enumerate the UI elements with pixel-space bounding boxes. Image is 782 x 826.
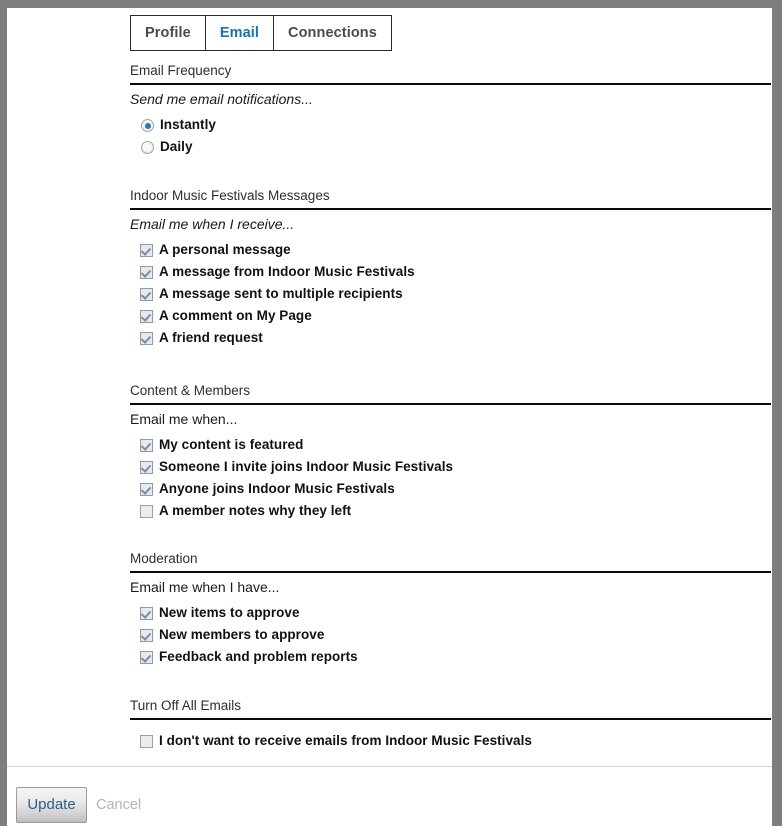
- checkbox-option-row[interactable]: New members to approve: [130, 627, 771, 649]
- cancel-button[interactable]: Cancel: [96, 787, 141, 823]
- checkbox-checked[interactable]: [140, 310, 153, 323]
- section-title: Moderation: [130, 551, 771, 573]
- checkbox-checked[interactable]: [140, 651, 153, 664]
- checkbox-checked[interactable]: [140, 629, 153, 642]
- checkbox-checked[interactable]: [140, 332, 153, 345]
- checkbox-checked[interactable]: [140, 266, 153, 279]
- tab-profile[interactable]: Profile: [131, 16, 206, 50]
- checkbox-checked[interactable]: [140, 439, 153, 452]
- tab-email[interactable]: Email: [205, 16, 275, 50]
- section-title: Turn Off All Emails: [130, 698, 771, 720]
- checkbox-option-row[interactable]: Someone I invite joins Indoor Music Fest…: [130, 459, 771, 481]
- checkbox-option-row[interactable]: A comment on My Page: [130, 308, 771, 330]
- section-subtitle: Email me when I have...: [130, 579, 280, 595]
- tab-connections[interactable]: Connections: [274, 16, 391, 50]
- option-label: A personal message: [159, 242, 291, 257]
- checkbox-checked[interactable]: [140, 288, 153, 301]
- checkbox-option-row[interactable]: A message from Indoor Music Festivals: [130, 264, 771, 286]
- settings-content: Profile Email Connections Email Frequency S…: [7, 8, 772, 766]
- radio-option-row[interactable]: Instantly: [130, 117, 771, 139]
- settings-tabs: Profile Email Connections: [130, 15, 392, 51]
- option-list: New items to approve New members to appro…: [130, 605, 771, 671]
- option-label: A message sent to multiple recipients: [159, 286, 403, 301]
- section-subtitle: Send me email notifications...: [130, 91, 313, 107]
- section-email-frequency: Email Frequency Send me email notificatio…: [130, 63, 771, 161]
- option-list: I don't want to receive emails from Indo…: [130, 733, 771, 755]
- checkbox-checked[interactable]: [140, 244, 153, 257]
- section-title: Content & Members: [130, 383, 771, 405]
- option-list: My content is featured Someone I invite j…: [130, 437, 771, 525]
- checkbox-option-row[interactable]: Anyone joins Indoor Music Festivals: [130, 481, 771, 503]
- section-content-and-members: Content & Members Email me when... My cont…: [130, 383, 771, 525]
- checkbox-option-row[interactable]: A friend request: [130, 330, 771, 352]
- section-turn-off-all-emails: Turn Off All Emails I don't want to recei…: [130, 698, 771, 755]
- section-subtitle: Email me when...: [130, 411, 238, 427]
- window-right-chrome: [772, 8, 782, 826]
- checkbox-unchecked[interactable]: [140, 735, 153, 748]
- option-label: A member notes why they left: [159, 503, 352, 518]
- option-label: My content is featured: [159, 437, 304, 452]
- section-indoor-music-festivals-messages: Indoor Music Festivals Messages Email me …: [130, 188, 771, 352]
- checkbox-option-row[interactable]: I don't want to receive emails from Indo…: [130, 733, 771, 755]
- section-moderation: Moderation Email me when I have... New ite…: [130, 551, 771, 671]
- checkbox-option-row[interactable]: New items to approve: [130, 605, 771, 627]
- section-subtitle: Email me when I receive...: [130, 216, 295, 232]
- section-title: Indoor Music Festivals Messages: [130, 188, 771, 210]
- checkbox-option-row[interactable]: Feedback and problem reports: [130, 649, 771, 671]
- checkbox-option-row[interactable]: A personal message: [130, 242, 771, 264]
- radio-button[interactable]: [141, 141, 154, 154]
- settings-page: Profile Email Connections Email Frequency S…: [7, 8, 772, 826]
- checkbox-checked[interactable]: [140, 483, 153, 496]
- option-label: A comment on My Page: [159, 308, 312, 323]
- radio-button-selected[interactable]: [141, 119, 154, 132]
- option-label: I don't want to receive emails from Indo…: [159, 733, 532, 748]
- option-label: A friend request: [159, 330, 263, 345]
- option-label: New members to approve: [159, 627, 325, 642]
- section-title: Email Frequency: [130, 63, 771, 85]
- checkbox-checked[interactable]: [140, 607, 153, 620]
- browser-viewport: Profile Email Connections Email Frequency S…: [0, 0, 782, 826]
- update-button[interactable]: Update: [16, 787, 87, 823]
- option-label: A message from Indoor Music Festivals: [159, 264, 415, 279]
- option-label: Daily: [160, 139, 193, 154]
- option-label: Anyone joins Indoor Music Festivals: [159, 481, 395, 496]
- option-label: New items to approve: [159, 605, 300, 620]
- option-label: Someone I invite joins Indoor Music Fest…: [159, 459, 454, 474]
- option-label: Instantly: [160, 117, 216, 132]
- checkbox-option-row[interactable]: A member notes why they left: [130, 503, 771, 525]
- form-footer: Update Cancel: [7, 766, 772, 826]
- checkbox-unchecked[interactable]: [140, 505, 153, 518]
- checkbox-option-row[interactable]: My content is featured: [130, 437, 771, 459]
- window-top-chrome: [0, 0, 782, 8]
- checkbox-option-row[interactable]: A message sent to multiple recipients: [130, 286, 771, 308]
- checkbox-checked[interactable]: [140, 461, 153, 474]
- window-left-chrome: [0, 8, 7, 826]
- radio-option-row[interactable]: Daily: [130, 139, 771, 161]
- option-label: Feedback and problem reports: [159, 649, 358, 664]
- option-list: A personal message A message from Indoor …: [130, 242, 771, 352]
- option-list: Instantly Daily: [130, 117, 771, 161]
